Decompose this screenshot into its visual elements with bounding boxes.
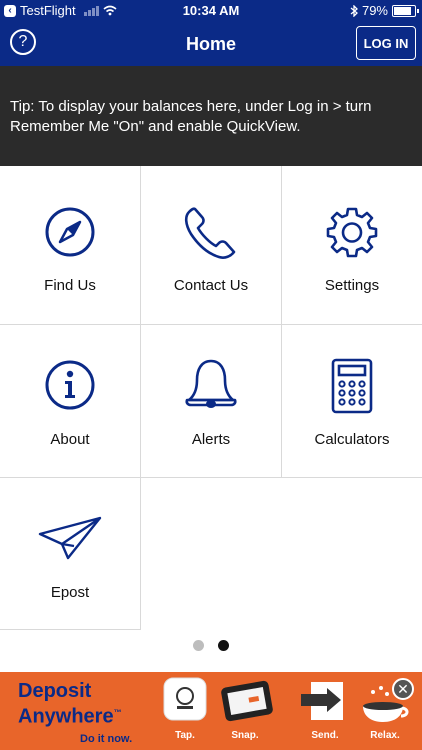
battery-percent: 79% xyxy=(361,3,388,18)
tile-label: Contact Us xyxy=(173,277,249,294)
bell-icon xyxy=(141,358,281,412)
page-dot-active[interactable] xyxy=(218,640,229,651)
tile-label: Calculators xyxy=(314,431,390,448)
tile-about[interactable]: About xyxy=(0,325,141,478)
ad-brand-line1: Deposit xyxy=(18,680,92,702)
tap-app-icon xyxy=(163,677,207,721)
login-button[interactable]: LOG IN xyxy=(356,26,416,60)
ad-banner[interactable]: Deposit Anywhere™ Do it now. Tap. Snap. … xyxy=(0,672,422,750)
ad-cta: Do it now. xyxy=(80,733,133,745)
nav-bar: ? Home LOG IN xyxy=(0,22,422,66)
ad-step-snap: Snap. xyxy=(215,672,275,750)
ad-step-send: Send. xyxy=(295,672,355,750)
tip-banner: Tip: To display your balances here, unde… xyxy=(0,66,422,166)
close-icon: ✕ xyxy=(397,681,409,697)
tile-alerts[interactable]: Alerts xyxy=(141,325,282,478)
battery-icon xyxy=(392,4,419,17)
paper-plane-icon xyxy=(0,516,140,560)
bluetooth-icon xyxy=(350,4,358,17)
ad-brand-line2: Anywhere xyxy=(18,705,114,728)
page-indicator[interactable] xyxy=(0,640,422,651)
tile-label: Epost xyxy=(50,584,90,601)
compass-icon xyxy=(0,206,140,258)
phone-check-icon xyxy=(221,680,273,722)
send-arrow-icon xyxy=(301,682,343,720)
phone-icon xyxy=(141,206,281,260)
tip-text: Tip: To display your balances here, unde… xyxy=(10,98,372,135)
ad-trademark: ™ xyxy=(113,708,122,717)
ad-step-label: Tap. xyxy=(175,730,195,741)
status-bar: ‹ TestFlight 10:34 AM 79% xyxy=(0,0,422,22)
ad-brand: Deposit Anywhere™ xyxy=(18,680,122,728)
tile-label: Settings xyxy=(324,277,380,294)
gear-icon xyxy=(282,206,422,258)
page-dot[interactable] xyxy=(193,640,204,651)
tile-calculators[interactable]: Calculators xyxy=(282,325,422,478)
ad-step-label: Relax. xyxy=(370,730,400,741)
tile-contact-us[interactable]: Contact Us xyxy=(141,166,282,325)
tile-label: About xyxy=(50,431,90,448)
info-icon xyxy=(0,359,140,411)
ad-step-label: Send. xyxy=(311,730,339,741)
ad-step-tap: Tap. xyxy=(155,672,215,750)
tile-find-us[interactable]: Find Us xyxy=(0,166,141,325)
ad-close-button[interactable]: ✕ xyxy=(392,678,414,700)
tile-label: Alerts xyxy=(191,431,231,448)
tile-settings[interactable]: Settings xyxy=(282,166,422,325)
tile-label: Find Us xyxy=(44,277,96,294)
tile-epost[interactable]: Epost xyxy=(0,478,141,630)
ad-step-label: Snap. xyxy=(231,730,259,741)
calculator-icon xyxy=(282,358,422,414)
